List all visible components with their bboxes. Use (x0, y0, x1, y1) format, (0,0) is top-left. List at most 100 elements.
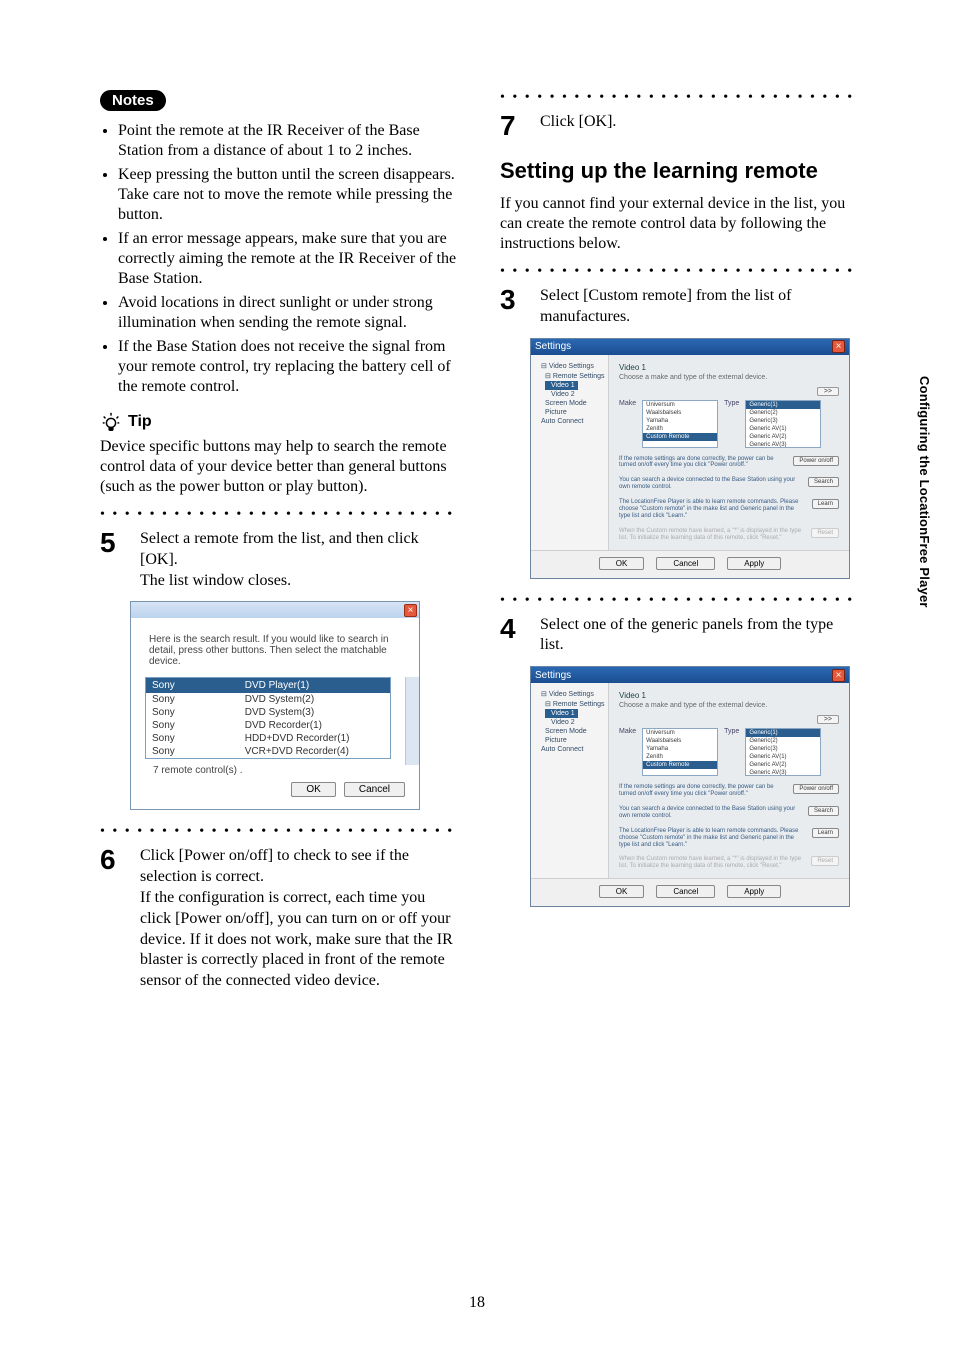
list-item[interactable]: Waalsbalsels (643, 409, 717, 417)
list-item[interactable]: Universum (643, 401, 717, 409)
list-item[interactable]: Generic AV(2) (746, 761, 820, 769)
settings-tree[interactable]: ⊟ Video Settings ⊟ Remote Settings Video… (531, 355, 609, 550)
tree-item[interactable]: Video 2 (535, 390, 604, 399)
tree-item[interactable]: Screen Mode (535, 399, 604, 408)
panel-subtext: Choose a make and type of the external d… (619, 374, 839, 381)
list-item[interactable]: Generic AV(3) (746, 769, 820, 776)
go-button[interactable]: >> (817, 715, 839, 724)
table-header: Sony (146, 678, 239, 693)
tree-item[interactable]: Auto Connect (535, 745, 604, 754)
settings-tree[interactable]: ⊟ Video Settings ⊟ Remote Settings Video… (531, 683, 609, 878)
note-text: The LocationFree Player is able to learn… (619, 828, 806, 849)
tree-item[interactable]: ⊟ Video Settings (535, 361, 604, 371)
list-item[interactable]: Zenith (643, 425, 717, 433)
table-row[interactable]: SonyDVD System(2) (146, 693, 390, 706)
tree-item-selected[interactable]: Video 1 (545, 709, 578, 718)
list-item[interactable]: Generic(3) (746, 745, 820, 753)
learn-button[interactable]: Learn (812, 499, 839, 509)
dialog-title: Settings (535, 341, 571, 352)
table-row[interactable]: SonyDVD Recorder(1) (146, 719, 390, 732)
make-listbox[interactable]: Universum Waalsbalsels Yamaha Zenith Cus… (642, 728, 718, 776)
tree-item[interactable]: Picture (535, 736, 604, 745)
list-item[interactable]: Waalsbalsels (643, 737, 717, 745)
right-column: • • • • • • • • • • • • • • • • • • • • … (500, 90, 860, 1002)
tree-item[interactable]: Picture (535, 408, 604, 417)
tree-item[interactable]: ⊟ Video Settings (535, 689, 604, 699)
tip-text: Device specific buttons may help to sear… (100, 437, 460, 497)
cancel-button[interactable]: Cancel (656, 885, 715, 898)
list-item[interactable]: Yamaha (643, 417, 717, 425)
list-item[interactable]: Generic(3) (746, 417, 820, 425)
list-item-selected[interactable]: Custom Remote (643, 433, 717, 441)
list-item[interactable]: Generic AV(1) (746, 753, 820, 761)
ok-button[interactable]: OK (599, 557, 645, 570)
power-button[interactable]: Power on/off (793, 784, 839, 794)
divider-dots: • • • • • • • • • • • • • • • • • • • • … (500, 90, 860, 106)
section-intro: If you cannot find your external device … (500, 194, 860, 254)
list-item[interactable]: Generic(2) (746, 737, 820, 745)
ok-button[interactable]: OK (291, 782, 335, 797)
tip-icon (100, 411, 122, 433)
type-listbox[interactable]: Generic(1) Generic(2) Generic(3) Generic… (745, 400, 821, 448)
note-item: Point the remote at the IR Receiver of t… (118, 121, 460, 161)
list-item[interactable]: Generic AV(1) (746, 425, 820, 433)
apply-button[interactable]: Apply (727, 885, 781, 898)
close-icon[interactable]: × (404, 604, 417, 617)
make-listbox[interactable]: Universum Waalsbalsels Yamaha Zenith Cus… (642, 400, 718, 448)
power-button[interactable]: Power on/off (793, 456, 839, 466)
divider-dots: • • • • • • • • • • • • • • • • • • • • … (500, 264, 860, 280)
list-item[interactable]: Generic(2) (746, 409, 820, 417)
search-dialog-intro: Here is the search result. If you would … (131, 618, 419, 677)
tree-item[interactable]: Auto Connect (535, 417, 604, 426)
result-count: 7 remote control(s) . (131, 765, 419, 782)
table-row[interactable]: SonyHDD+DVD Recorder(1) (146, 732, 390, 745)
note-item: Keep pressing the button until the scree… (118, 165, 460, 225)
note-text: If the remote settings are done correctl… (619, 456, 787, 470)
search-results-table[interactable]: Sony DVD Player(1) SonyDVD System(2) Son… (146, 678, 390, 758)
panel-heading: Video 1 (619, 363, 839, 372)
scrollbar[interactable] (405, 677, 419, 765)
table-row[interactable]: SonyVCR+DVD Recorder(4) (146, 745, 390, 758)
tip-label: Tip (128, 413, 152, 431)
type-label: Type (724, 400, 739, 407)
go-button[interactable]: >> (817, 387, 839, 396)
note-item: If the Base Station does not receive the… (118, 337, 460, 397)
list-item[interactable]: Generic AV(2) (746, 433, 820, 441)
list-item[interactable]: Zenith (643, 753, 717, 761)
search-button[interactable]: Search (808, 806, 839, 816)
list-item-selected[interactable]: Generic(1) (746, 729, 820, 737)
tree-item-selected[interactable]: Video 1 (545, 381, 578, 390)
type-listbox[interactable]: Generic(1) Generic(2) Generic(3) Generic… (745, 728, 821, 776)
tree-item[interactable]: ⊟ Remote Settings (535, 371, 604, 381)
divider-dots: • • • • • • • • • • • • • • • • • • • • … (100, 824, 460, 840)
learn-button[interactable]: Learn (812, 828, 839, 838)
list-item[interactable]: Universum (643, 729, 717, 737)
tree-item[interactable]: ⊟ Remote Settings (535, 699, 604, 709)
close-icon[interactable]: × (832, 340, 845, 353)
divider-dots: • • • • • • • • • • • • • • • • • • • • … (500, 593, 860, 609)
list-item[interactable]: Generic AV(3) (746, 441, 820, 448)
step-6-body: Click [Power on/off] to check to see if … (140, 846, 460, 992)
list-item-selected[interactable]: Generic(1) (746, 401, 820, 409)
tree-item[interactable]: Screen Mode (535, 727, 604, 736)
search-button[interactable]: Search (808, 477, 839, 487)
cancel-button[interactable]: Cancel (344, 782, 405, 797)
apply-button[interactable]: Apply (727, 557, 781, 570)
close-icon[interactable]: × (832, 669, 845, 682)
divider-dots: • • • • • • • • • • • • • • • • • • • • … (100, 507, 460, 523)
note-text: You can search a device connected to the… (619, 477, 802, 491)
panel-subtext: Choose a make and type of the external d… (619, 702, 839, 709)
list-item[interactable]: Yamaha (643, 745, 717, 753)
note-text: The LocationFree Player is able to learn… (619, 499, 806, 520)
tree-item[interactable]: Video 2 (535, 718, 604, 727)
section-heading-learning-remote: Setting up the learning remote (500, 158, 860, 184)
ok-button[interactable]: OK (599, 885, 645, 898)
notes-list: Point the remote at the IR Receiver of t… (100, 121, 460, 397)
dialog-title: Settings (535, 670, 571, 681)
table-row[interactable]: SonyDVD System(3) (146, 706, 390, 719)
cancel-button[interactable]: Cancel (656, 557, 715, 570)
note-text: You can search a device connected to the… (619, 806, 802, 820)
search-results-dialog: × Here is the search result. If you woul… (130, 601, 420, 810)
note-text-disabled: When the Custom remote have learned, a "… (619, 528, 805, 542)
list-item-selected[interactable]: Custom Remote (643, 761, 717, 769)
